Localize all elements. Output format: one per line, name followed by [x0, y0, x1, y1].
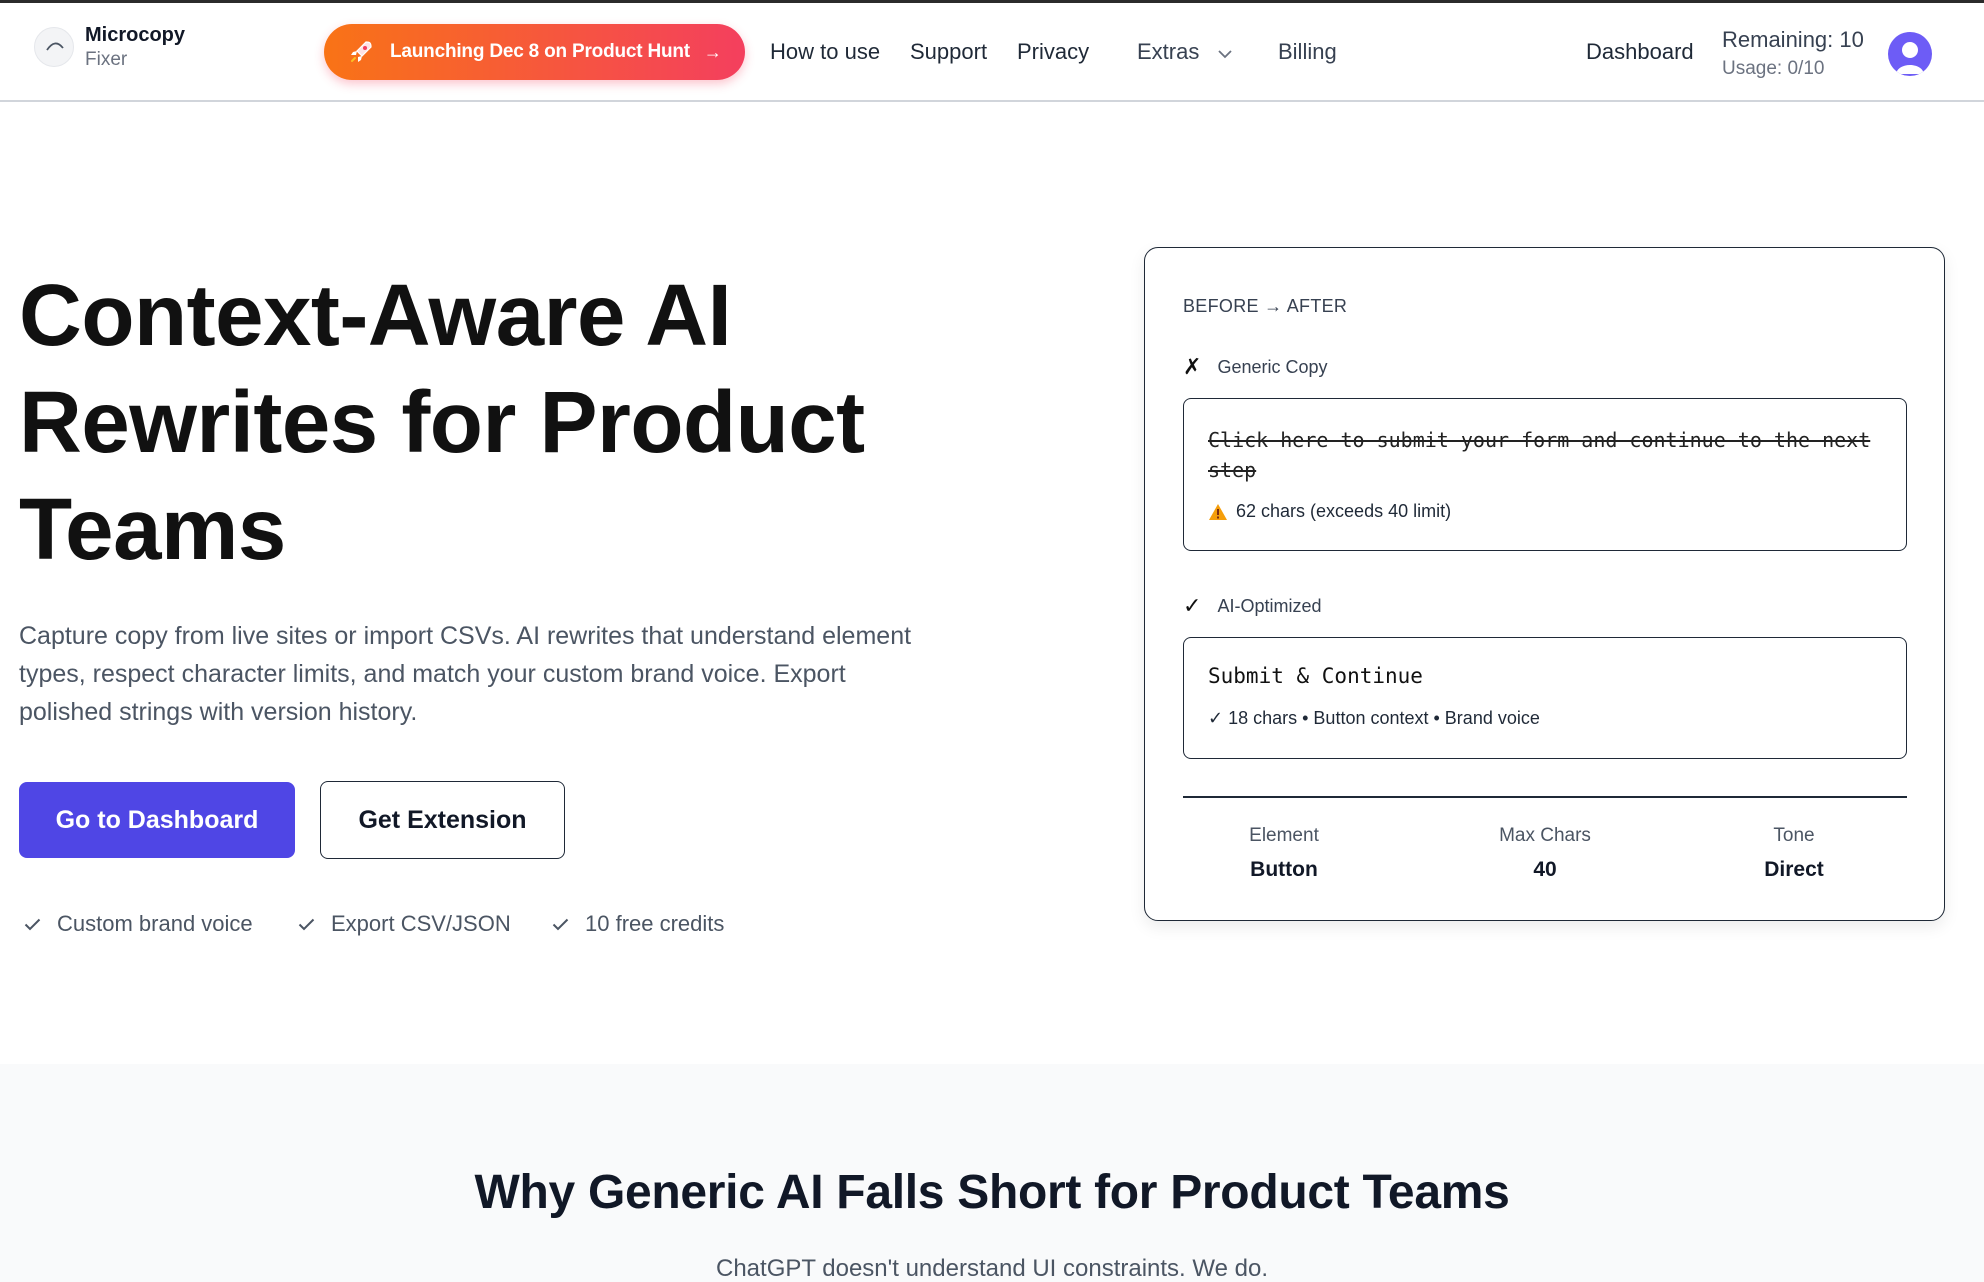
logo-glyph: [46, 42, 64, 51]
site-header: Microcopy Fixer Launching Dec 8 on Produ…: [0, 3, 1984, 102]
stat-value: 40: [1533, 858, 1557, 881]
check-icon: [552, 918, 569, 930]
warning-text: 62 chars (exceeds 40 limit): [1236, 501, 1452, 521]
after-copy-box: Submit & Continue ✓ 18 chars • Button co…: [1183, 637, 1907, 759]
chevron-down-icon[interactable]: [1217, 49, 1233, 59]
launch-banner-label: Launching Dec 8 on Product Hunt: [390, 41, 690, 62]
stat-element: Element Button: [1164, 825, 1404, 882]
product-hunt-launch-button[interactable]: Launching Dec 8 on Product Hunt →: [324, 24, 745, 80]
char-limit-warning: 62 chars (exceeds 40 limit): [1208, 501, 1451, 522]
warning-icon: [1209, 503, 1227, 520]
card-divider: [1183, 796, 1907, 798]
before-copy-text: Click here to submit your form and conti…: [1208, 428, 1871, 482]
feature-custom-brand-voice: Custom brand voice: [24, 911, 253, 937]
nav-extras-dropdown[interactable]: Extras: [1137, 39, 1199, 65]
credits-usage: Usage: 0/10: [1722, 58, 1825, 79]
go-to-dashboard-button[interactable]: Go to Dashboard: [19, 782, 295, 858]
get-extension-button[interactable]: Get Extension: [320, 781, 565, 859]
check-icon: [24, 918, 41, 930]
stat-tone: Tone Direct: [1674, 825, 1914, 882]
x-mark-icon: ✗: [1183, 354, 1202, 379]
stat-value: Button: [1250, 858, 1318, 881]
arrow-right-icon: →: [703, 41, 722, 62]
check-icon: [298, 918, 315, 930]
hero-subtitle: Capture copy from live sites or import C…: [19, 622, 912, 726]
stat-value: Direct: [1764, 858, 1824, 881]
stat-max-chars: Max Chars 40: [1425, 825, 1665, 882]
credits-remaining: Remaining: 10: [1722, 27, 1864, 52]
after-copy-text: Submit & Continue: [1208, 664, 1423, 688]
before-after-card: BEFORE → AFTER ✗ Generic Copy Click here…: [1144, 247, 1945, 921]
rocket-icon: [348, 39, 374, 65]
after-label-row: ✓ AI-Optimized: [1183, 593, 1321, 619]
card-eyebrow: BEFORE → AFTER: [1183, 296, 1348, 316]
brand-name[interactable]: Microcopy: [85, 24, 185, 47]
nav-billing[interactable]: Billing: [1278, 39, 1337, 65]
before-copy-box: Click here to submit your form and conti…: [1183, 398, 1907, 551]
feature-export-csv-json: Export CSV/JSON: [298, 911, 511, 937]
header-dashboard-link[interactable]: Dashboard: [1586, 39, 1694, 65]
check-mark-icon: ✓: [1183, 593, 1202, 618]
feature-label: 10 free credits: [585, 911, 725, 936]
after-label: AI-Optimized: [1217, 595, 1322, 616]
feature-label: Export CSV/JSON: [331, 911, 511, 936]
user-avatar-icon[interactable]: [1888, 32, 1932, 76]
why-section-title: Why Generic AI Falls Short for Product T…: [474, 1166, 1510, 1219]
feature-label: Custom brand voice: [57, 911, 253, 936]
after-copy-meta: ✓ 18 chars • Button context • Brand voic…: [1208, 708, 1540, 728]
nav-support[interactable]: Support: [910, 39, 987, 65]
stat-label: Tone: [1773, 825, 1815, 846]
logo-icon[interactable]: [34, 27, 74, 67]
stat-label: Max Chars: [1499, 825, 1591, 846]
before-label: Generic Copy: [1217, 356, 1328, 377]
nav-privacy[interactable]: Privacy: [1017, 39, 1089, 65]
stat-label: Element: [1249, 825, 1319, 846]
feature-free-credits: 10 free credits: [552, 911, 724, 937]
why-section-subtitle: ChatGPT doesn't understand UI constraint…: [716, 1255, 1268, 1282]
nav-how-to-use[interactable]: How to use: [770, 39, 880, 65]
before-label-row: ✗ Generic Copy: [1183, 354, 1328, 380]
brand-subname: Fixer: [85, 49, 128, 70]
hero-title: Context-Aware AI Rewrites for Product Te…: [19, 267, 865, 578]
